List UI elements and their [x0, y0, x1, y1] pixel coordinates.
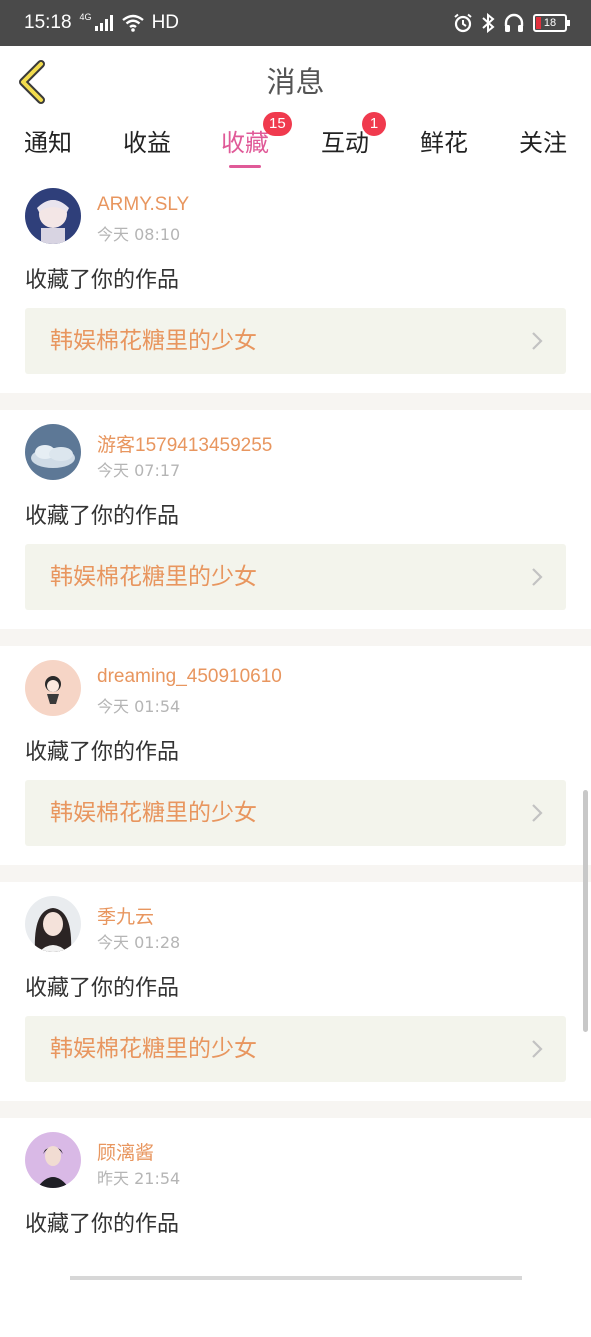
interactions-badge: 1 — [362, 112, 386, 136]
timestamp: 今天 08:10 — [97, 225, 181, 244]
divider — [0, 1101, 591, 1118]
alarm-icon — [454, 13, 472, 33]
username[interactable]: dreaming_450910610 — [97, 666, 282, 688]
chevron-right-icon — [532, 568, 543, 586]
timestamp: 今天 01:54 — [97, 697, 181, 716]
username[interactable]: 游客1579413459255 — [97, 430, 272, 457]
message-list: ARMY.SLY 今天 08:10 收藏了你的作品 韩娱棉花糖里的少女 游客15… — [0, 174, 591, 1337]
work-card[interactable]: 韩娱棉花糖里的少女 — [25, 544, 566, 610]
action-text: 收藏了你的作品 — [25, 268, 180, 293]
tab-flowers[interactable]: 鲜花 — [414, 118, 474, 174]
signal-icon — [94, 15, 113, 31]
app-header: 消息 — [0, 46, 591, 118]
tab-label: 鲜花 — [420, 129, 468, 157]
action-text: 收藏了你的作品 — [25, 976, 180, 1001]
timestamp: 今天 07:17 — [97, 461, 181, 480]
tab-notifications[interactable]: 通知 — [18, 118, 78, 174]
username[interactable]: 季九云 — [97, 902, 154, 929]
divider — [0, 865, 591, 882]
tab-earnings[interactable]: 收益 — [117, 118, 177, 174]
avatar[interactable] — [25, 660, 81, 716]
bluetooth-icon — [482, 13, 495, 33]
username[interactable]: ARMY.SLY — [97, 194, 189, 216]
tab-label: 互动 — [321, 129, 369, 157]
tab-label: 收益 — [123, 129, 171, 157]
hd-label: HD — [151, 12, 180, 33]
avatar[interactable] — [25, 424, 81, 480]
timestamp: 今天 01:28 — [97, 933, 181, 952]
work-title: 韩娱棉花糖里的少女 — [50, 1036, 257, 1062]
action-text: 收藏了你的作品 — [25, 504, 180, 529]
list-item: dreaming_450910610 今天 01:54 收藏了你的作品 韩娱棉花… — [0, 646, 591, 865]
work-title: 韩娱棉花糖里的少女 — [50, 564, 257, 590]
avatar[interactable] — [25, 896, 81, 952]
page-title: 消息 — [266, 65, 325, 99]
divider — [0, 629, 591, 646]
navigation-gesture-bar — [70, 1276, 522, 1280]
tab-label: 关注 — [519, 129, 567, 157]
timestamp: 昨天 21:54 — [97, 1169, 181, 1188]
work-title: 韩娱棉花糖里的少女 — [50, 800, 257, 826]
active-tab-indicator — [229, 165, 261, 168]
chevron-right-icon — [532, 1040, 543, 1058]
tab-bar: 通知 收益 收藏 15 互动 1 鲜花 关注 — [0, 112, 591, 174]
favorites-badge: 15 — [263, 112, 292, 136]
tab-label: 收藏 — [221, 129, 269, 157]
status-bar: 15:18 4G HD 18 — [0, 0, 591, 46]
tab-favorites[interactable]: 收藏 15 — [215, 112, 292, 174]
list-item: 季九云 今天 01:28 收藏了你的作品 韩娱棉花糖里的少女 — [0, 882, 591, 1101]
action-text: 收藏了你的作品 — [25, 1212, 180, 1237]
avatar[interactable] — [25, 188, 81, 244]
avatar[interactable] — [25, 1132, 81, 1188]
chevron-right-icon — [532, 804, 543, 822]
list-item: ARMY.SLY 今天 08:10 收藏了你的作品 韩娱棉花糖里的少女 — [0, 174, 591, 393]
work-card[interactable]: 韩娱棉花糖里的少女 — [25, 780, 566, 846]
list-item: 顾漓酱 昨天 21:54 收藏了你的作品 — [0, 1118, 591, 1337]
work-card[interactable]: 韩娱棉花糖里的少女 — [25, 308, 566, 374]
network-type: 4G — [79, 12, 92, 22]
action-text: 收藏了你的作品 — [25, 740, 180, 765]
headphones-icon — [504, 13, 524, 32]
wifi-icon — [121, 14, 144, 32]
tab-follows[interactable]: 关注 — [513, 118, 573, 174]
chevron-right-icon — [532, 332, 543, 350]
battery-icon: 18 — [533, 14, 570, 32]
divider — [0, 393, 591, 410]
work-title: 韩娱棉花糖里的少女 — [50, 328, 257, 354]
scrollbar[interactable] — [583, 790, 588, 1032]
tab-label: 通知 — [24, 129, 72, 157]
battery-level: 18 — [543, 17, 557, 29]
work-card[interactable]: 韩娱棉花糖里的少女 — [25, 1016, 566, 1082]
username[interactable]: 顾漓酱 — [97, 1138, 154, 1165]
list-item: 游客1579413459255 今天 07:17 收藏了你的作品 韩娱棉花糖里的… — [0, 410, 591, 629]
tab-interactions[interactable]: 互动 1 — [315, 112, 386, 174]
status-time: 15:18 — [24, 12, 72, 33]
